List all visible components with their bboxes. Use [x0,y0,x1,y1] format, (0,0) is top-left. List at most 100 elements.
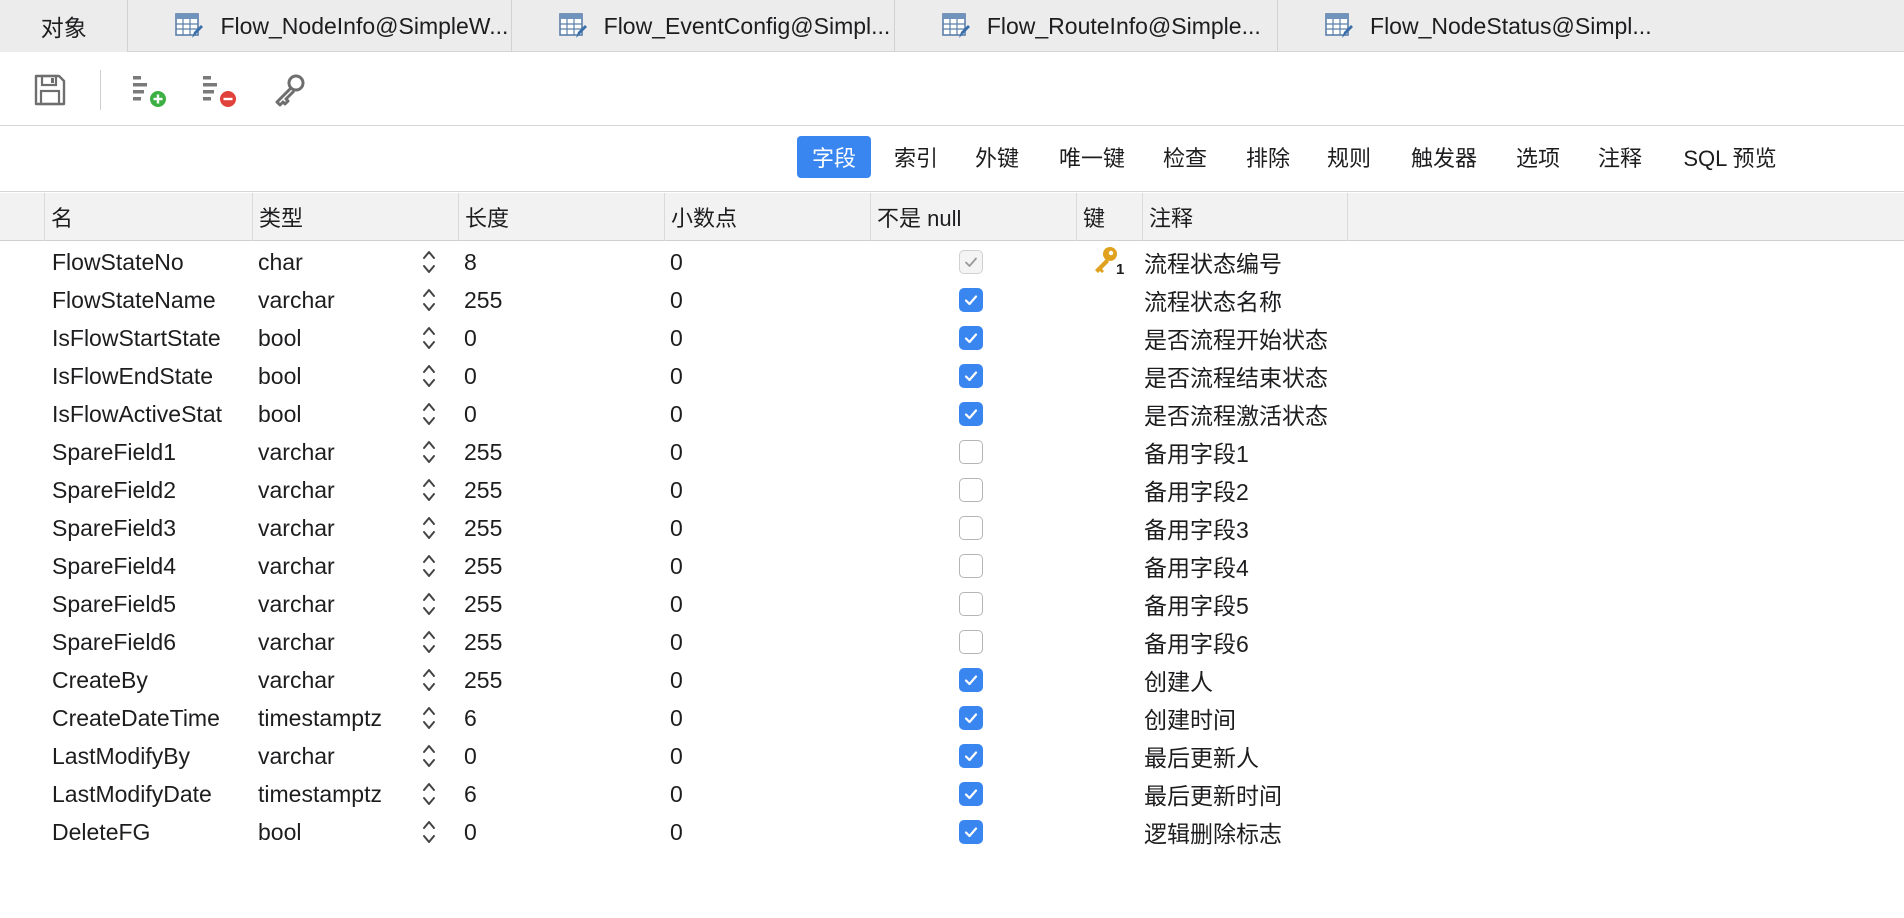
field-comment-cell[interactable]: 最后更新人 [1144,737,1384,775]
field-comment-cell[interactable]: 创建时间 [1144,699,1384,737]
column-header-not-null[interactable]: 不是 null [870,193,1076,241]
field-name-cell[interactable]: LastModifyDate [52,775,242,813]
field-type-cell[interactable]: timestamptz [258,775,408,813]
field-type-cell[interactable]: bool [258,395,408,433]
not-null-checkbox[interactable] [958,699,984,737]
field-comment-cell[interactable]: 备用字段5 [1144,585,1384,623]
type-stepper-icon[interactable] [418,281,440,319]
field-decimals-cell[interactable]: 0 [670,623,850,661]
field-name-cell[interactable]: SpareField1 [52,433,242,471]
field-length-cell[interactable]: 8 [464,243,644,281]
not-null-checkbox[interactable] [958,775,984,813]
not-null-checkbox[interactable] [958,509,984,547]
field-decimals-cell[interactable]: 0 [670,357,850,395]
type-stepper-icon[interactable] [418,775,440,813]
field-length-cell[interactable]: 255 [464,585,644,623]
type-stepper-icon[interactable] [418,471,440,509]
field-type-cell[interactable]: varchar [258,471,408,509]
field-name-cell[interactable]: SpareField5 [52,585,242,623]
field-length-cell[interactable]: 6 [464,699,644,737]
field-type-cell[interactable]: varchar [258,623,408,661]
tab-options[interactable]: 选项 [1503,136,1573,178]
primary-key-button[interactable] [270,70,310,110]
type-stepper-icon[interactable] [418,243,440,281]
tab-unique-keys[interactable]: 唯一键 [1047,136,1137,178]
field-type-cell[interactable]: bool [258,813,408,851]
tab-flow-nodestatus[interactable]: Flow_NodeStatus@Simpl... [1278,0,1904,52]
field-decimals-cell[interactable]: 0 [670,509,850,547]
field-length-cell[interactable]: 255 [464,661,644,699]
field-length-cell[interactable]: 6 [464,775,644,813]
type-stepper-icon[interactable] [418,699,440,737]
field-comment-cell[interactable]: 备用字段2 [1144,471,1384,509]
not-null-checkbox[interactable] [958,433,984,471]
field-comment-cell[interactable]: 逻辑删除标志 [1144,813,1384,851]
field-type-cell[interactable]: varchar [258,547,408,585]
tab-rules[interactable]: 规则 [1314,136,1384,178]
field-type-cell[interactable]: bool [258,319,408,357]
field-name-cell[interactable]: SpareField6 [52,623,242,661]
type-stepper-icon[interactable] [418,357,440,395]
field-length-cell[interactable]: 0 [464,319,644,357]
field-name-cell[interactable]: DeleteFG [52,813,242,851]
field-name-cell[interactable]: FlowStateName [52,281,242,319]
not-null-checkbox[interactable] [958,395,984,433]
not-null-checkbox[interactable] [958,319,984,357]
field-decimals-cell[interactable]: 0 [670,699,850,737]
field-name-cell[interactable]: LastModifyBy [52,737,242,775]
field-type-cell[interactable]: varchar [258,585,408,623]
table-row[interactable]: IsFlowEndState bool 0 0 是否流程结束状态 [0,357,1904,395]
type-stepper-icon[interactable] [418,813,440,851]
field-comment-cell[interactable]: 最后更新时间 [1144,775,1384,813]
field-name-cell[interactable]: IsFlowActiveStat [52,395,242,433]
field-type-cell[interactable]: varchar [258,281,408,319]
column-header-decimals[interactable]: 小数点 [664,193,870,241]
field-decimals-cell[interactable]: 0 [670,395,850,433]
field-type-cell[interactable]: varchar [258,661,408,699]
field-name-cell[interactable]: SpareField2 [52,471,242,509]
field-comment-cell[interactable]: 备用字段4 [1144,547,1384,585]
table-row[interactable]: IsFlowActiveStat bool 0 0 是否流程激活状态 [0,395,1904,433]
column-header-length[interactable]: 长度 [458,193,664,241]
table-row[interactable]: LastModifyDate timestamptz 6 0 最后更新时间 [0,775,1904,813]
field-name-cell[interactable]: IsFlowEndState [52,357,242,395]
field-type-cell[interactable]: char [258,243,408,281]
field-type-cell[interactable]: varchar [258,433,408,471]
field-name-cell[interactable]: FlowStateNo [52,243,242,281]
type-stepper-icon[interactable] [418,509,440,547]
tab-comment[interactable]: 注释 [1585,136,1655,178]
column-header-comment[interactable]: 注释 [1142,193,1348,241]
type-stepper-icon[interactable] [418,319,440,357]
field-decimals-cell[interactable]: 0 [670,243,850,281]
table-row[interactable]: LastModifyBy varchar 0 0 最后更新人 [0,737,1904,775]
field-length-cell[interactable]: 0 [464,357,644,395]
table-row[interactable]: FlowStateNo char 8 0 1 流程状态编号 [0,243,1904,281]
field-comment-cell[interactable]: 备用字段3 [1144,509,1384,547]
field-name-cell[interactable]: SpareField3 [52,509,242,547]
delete-field-button[interactable] [200,70,240,110]
type-stepper-icon[interactable] [418,395,440,433]
column-header-key[interactable]: 键 [1076,193,1142,241]
table-row[interactable]: SpareField4 varchar 255 0 备用字段4 [0,547,1904,585]
tab-foreign-keys[interactable]: 外键 [962,136,1032,178]
field-comment-cell[interactable]: 备用字段6 [1144,623,1384,661]
table-row[interactable]: SpareField2 varchar 255 0 备用字段2 [0,471,1904,509]
save-button[interactable] [30,70,70,110]
table-row[interactable]: SpareField6 varchar 255 0 备用字段6 [0,623,1904,661]
add-field-button[interactable] [130,70,170,110]
tab-flow-eventconfig[interactable]: Flow_EventConfig@Simpl... [512,0,895,52]
field-name-cell[interactable]: CreateDateTime [52,699,242,737]
tab-sql-preview[interactable]: SQL 预览 [1670,136,1790,178]
tab-excludes[interactable]: 排除 [1233,136,1303,178]
field-length-cell[interactable]: 255 [464,433,644,471]
field-decimals-cell[interactable]: 0 [670,471,850,509]
field-decimals-cell[interactable]: 0 [670,813,850,851]
table-row[interactable]: IsFlowStartState bool 0 0 是否流程开始状态 [0,319,1904,357]
field-decimals-cell[interactable]: 0 [670,281,850,319]
tab-indexes[interactable]: 索引 [881,136,951,178]
field-comment-cell[interactable]: 是否流程结束状态 [1144,357,1384,395]
field-comment-cell[interactable]: 创建人 [1144,661,1384,699]
not-null-checkbox[interactable] [958,585,984,623]
type-stepper-icon[interactable] [418,433,440,471]
table-row[interactable]: CreateDateTime timestamptz 6 0 创建时间 [0,699,1904,737]
